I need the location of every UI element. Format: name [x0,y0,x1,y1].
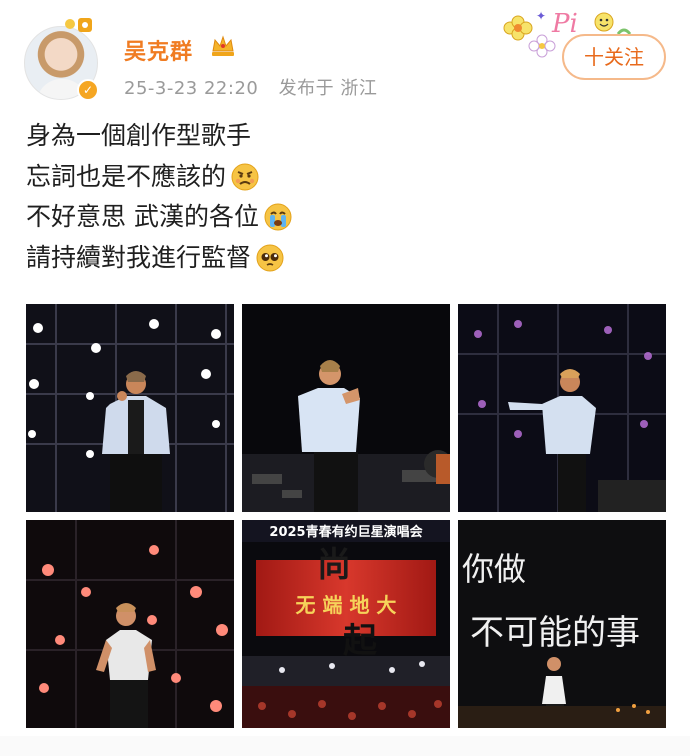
post-line: 身為一個創作型歌手 [26,116,666,157]
post-line-text: 不好意思 武漢的各位 [26,202,259,231]
crown-icon [212,35,234,56]
photo-5[interactable]: 2025青春有约巨星演唱会 无 端 地 大 尚 起 [242,520,450,728]
screen-text-1: 你做 [462,550,526,588]
post-location: 发布于 浙江 [278,78,378,99]
author-name[interactable]: 吴克群 [124,34,193,66]
post-line: 忘詞也是不應該的 [26,157,666,198]
photo-6[interactable]: 你做 不可能的事 [458,520,666,728]
post-line: 不好意思 武漢的各位 [26,197,666,238]
banner-big-text: 尚 [317,545,351,585]
pleading-emoji-icon [256,244,284,272]
svg-text:✦: ✦ [536,9,546,23]
post-line-text: 請持續對我進行監督 [26,242,252,272]
crying-emoji-icon [264,203,292,231]
screen-text-2: 不可能的事 [470,613,640,653]
post-line-text: 身為一個創作型歌手 [26,121,252,150]
photo-2[interactable] [242,304,450,512]
follow-button[interactable]: 十关注 [562,34,666,80]
banner-big-text: 起 [343,621,378,661]
post-date: 25-3-23 22:20 [124,78,259,99]
post-body: 身為一個創作型歌手 忘詞也是不應該的 不好意思 武漢的各位 請持續對我進行監督 [26,116,666,278]
photo-3[interactable] [458,304,666,512]
svg-text:Pi: Pi [551,9,578,39]
banner-text: 无 端 地 大 [296,593,397,617]
bottom-fade [0,736,690,756]
post-line-text: 忘詞也是不應該的 [26,161,227,191]
angry-emoji-icon [231,163,259,191]
photo-1[interactable] [26,304,234,512]
photo-4[interactable] [26,520,234,728]
post-header: ✓ 吴克群 25-3-23 22:20 发布于 浙江 Pi ✦ 十关注 [0,0,690,110]
post-line: 請持續對我進行監督 [26,238,666,279]
photo-grid: 2025青春有约巨星演唱会 无 端 地 大 尚 起 你做 不可能的事 [26,304,666,728]
verified-badge-icon: ✓ [77,79,99,101]
post-meta: 25-3-23 22:20 发布于 浙江 [124,74,391,100]
banner-title: 2025青春有约巨星演唱会 [269,524,423,540]
avatar-decoration-icon [62,14,96,36]
